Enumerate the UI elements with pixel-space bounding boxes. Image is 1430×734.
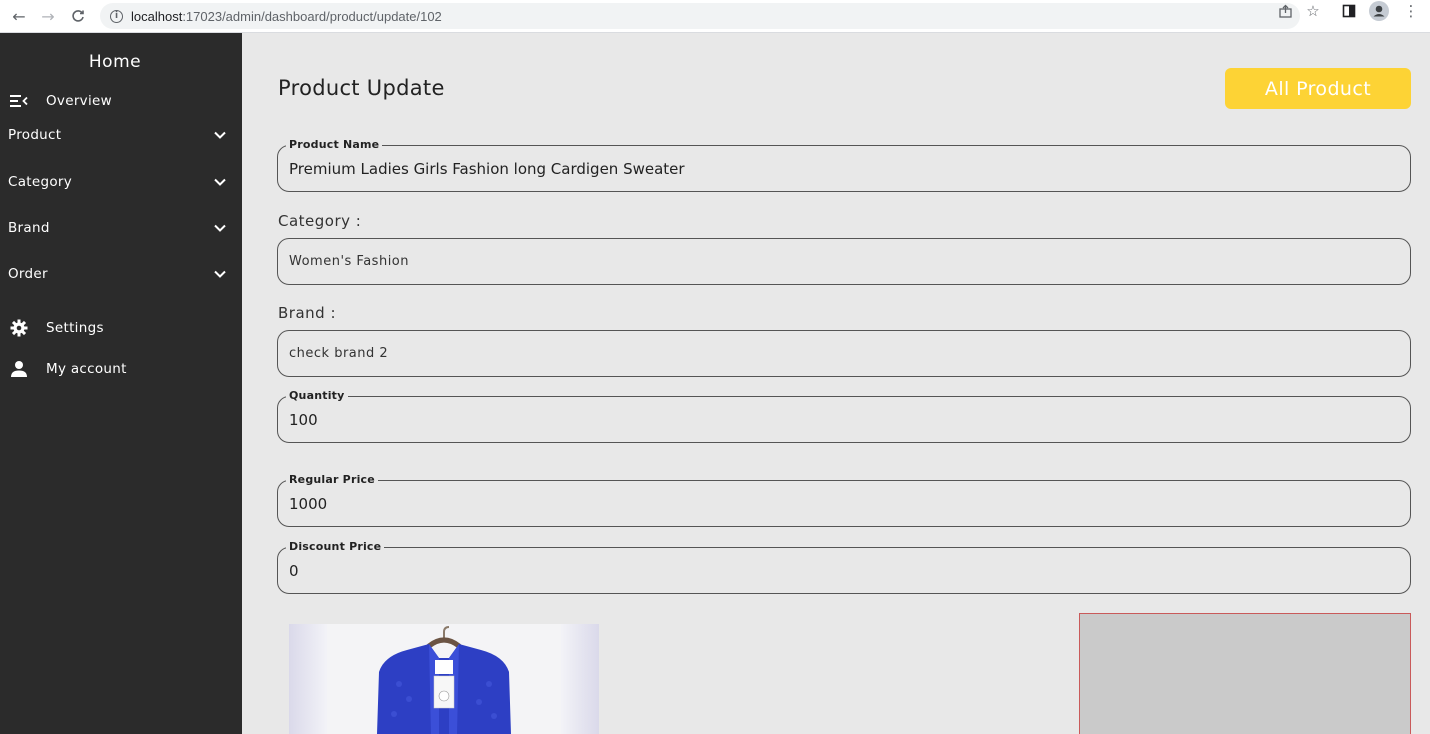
category-value: Women's Fashion — [289, 254, 409, 269]
brand-label: Brand : — [278, 304, 336, 322]
back-arrow-icon[interactable]: ← — [8, 5, 30, 27]
product-name-label: Product Name — [286, 138, 383, 151]
reload-icon[interactable] — [67, 5, 89, 27]
quantity-field[interactable]: Quantity 100 — [277, 389, 1411, 443]
sidebar-item-label: Brand — [8, 220, 50, 236]
menu-open-icon — [9, 91, 29, 111]
sidebar-item-product[interactable]: Product — [0, 120, 242, 150]
url-host: localhost — [131, 8, 183, 24]
chevron-down-icon[interactable] — [213, 221, 227, 235]
url-path: :17023/admin/dashboard/product/update/10… — [182, 8, 442, 24]
regular-price-field[interactable]: Regular Price 1000 — [277, 473, 1411, 527]
page-title: Product Update — [278, 76, 445, 100]
quantity-label: Quantity — [286, 389, 348, 402]
chevron-down-icon[interactable] — [213, 175, 227, 189]
regular-price-label: Regular Price — [286, 473, 378, 486]
discount-price-label: Discount Price — [286, 540, 385, 553]
sidebar-item-account[interactable]: My account — [0, 354, 242, 384]
discount-price-field[interactable]: Discount Price 0 — [277, 540, 1411, 594]
info-icon[interactable]: i — [110, 9, 123, 23]
person-icon — [9, 359, 29, 379]
category-label: Category : — [278, 212, 362, 230]
profile-icon[interactable] — [1368, 0, 1390, 22]
main-content: Product Update All Product Product Name … — [242, 33, 1430, 734]
discount-price-value[interactable]: 0 — [289, 562, 299, 580]
image-upload-area[interactable] — [1079, 613, 1411, 734]
category-select[interactable]: Women's Fashion — [277, 238, 1411, 285]
address-bar[interactable]: i localhost:17023/admin/dashboard/produc… — [100, 3, 1300, 29]
sidebar-item-label: Category — [8, 174, 73, 190]
chevron-down-icon[interactable] — [213, 267, 227, 281]
sidebar-item-label: Order — [8, 266, 48, 282]
brand-value: check brand 2 — [289, 346, 389, 361]
quantity-value[interactable]: 100 — [289, 411, 318, 429]
regular-price-value[interactable]: 1000 — [289, 495, 327, 513]
all-product-button[interactable]: All Product — [1225, 68, 1411, 109]
menu-dots-icon[interactable]: ⋮ — [1400, 0, 1422, 22]
sidebar-item-label: My account — [46, 361, 127, 377]
sidebar-home[interactable]: Home — [0, 52, 230, 72]
sidepanel-icon[interactable] — [1338, 0, 1360, 22]
sidebar-item-label: Overview — [46, 93, 112, 109]
gear-icon — [9, 318, 29, 338]
sidebar-item-brand[interactable]: Brand — [0, 213, 242, 243]
browser-toolbar: ← → i localhost:17023/admin/dashboard/pr… — [0, 0, 1430, 33]
share-icon[interactable] — [1274, 0, 1296, 22]
star-icon[interactable]: ☆ — [1302, 0, 1324, 22]
product-image — [289, 624, 599, 734]
sidebar-item-label: Settings — [46, 320, 104, 336]
product-name-value[interactable]: Premium Ladies Girls Fashion long Cardig… — [289, 160, 685, 178]
url-text[interactable]: localhost:17023/admin/dashboard/product/… — [131, 9, 442, 24]
sidebar-item-category[interactable]: Category — [0, 167, 242, 197]
sidebar-item-label: Product — [8, 127, 62, 143]
forward-arrow-icon[interactable]: → — [37, 5, 59, 27]
sidebar-item-order[interactable]: Order — [0, 259, 242, 289]
sidebar-item-settings[interactable]: Settings — [0, 313, 242, 343]
sidebar-item-overview[interactable]: Overview — [0, 86, 242, 116]
brand-select[interactable]: check brand 2 — [277, 330, 1411, 377]
chevron-down-icon[interactable] — [213, 128, 227, 142]
sidebar: Home Overview Product Category Brand Ord… — [0, 33, 242, 734]
product-name-field[interactable]: Product Name Premium Ladies Girls Fashio… — [277, 138, 1411, 192]
